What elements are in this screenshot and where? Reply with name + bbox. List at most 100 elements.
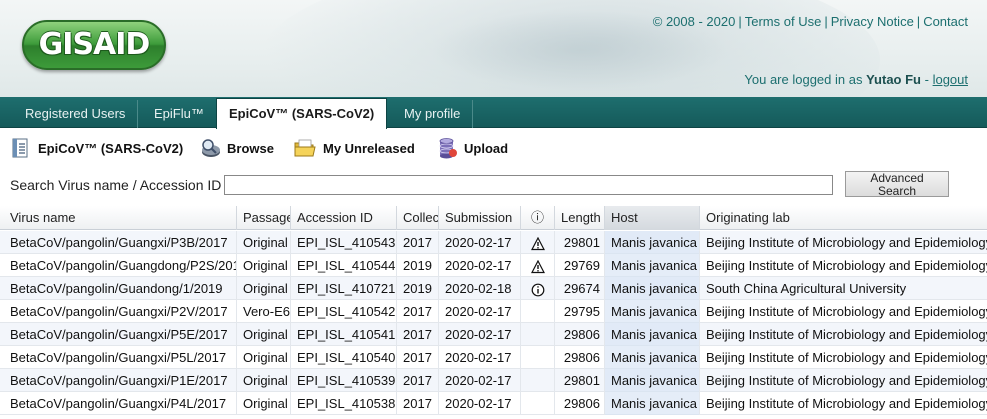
toolbar-browse-label: Browse: [227, 140, 274, 156]
tab-registered-users[interactable]: Registered Users: [13, 100, 139, 128]
cell-host: Manis javanica: [604, 323, 699, 346]
cell-originating-lab: Beijing Institute of Microbiology and Ep…: [699, 231, 987, 254]
cell-originating-lab: Beijing Institute of Microbiology and Ep…: [699, 254, 987, 277]
column-info[interactable]: ⓘ: [520, 206, 554, 230]
login-dash: -: [924, 72, 929, 87]
gisaid-logo[interactable]: GISAID: [22, 20, 166, 70]
cell-host: Manis javanica: [604, 346, 699, 369]
cell-originating-lab: Beijing Institute of Microbiology and Ep…: [699, 323, 987, 346]
advanced-search-button[interactable]: Advanced Search: [845, 171, 949, 198]
logo-text: GISAID: [38, 27, 151, 62]
top-links: © 2008 - 2020 | Terms of Use | Privacy Notic…: [652, 14, 968, 29]
cell-info: [520, 300, 554, 323]
cell-passage: Vero-E6: [236, 300, 290, 323]
tab-epiflu[interactable]: EpiFlu™: [142, 100, 217, 128]
folder-icon: [294, 139, 316, 157]
warning-icon[interactable]: [530, 236, 545, 251]
cell-info: [520, 392, 554, 415]
cell-accession-id: EPI_ISL_410543: [290, 231, 396, 254]
tab-my-profile[interactable]: My profile: [392, 100, 474, 128]
table-row[interactable]: BetaCoV/pangolin/Guangxi/P2V/2017 Vero-E6…: [0, 300, 987, 323]
database-upload-icon: [439, 138, 457, 159]
cell-virus-name: BetaCoV/pangolin/Guandong/1/2019: [10, 281, 223, 296]
table-row[interactable]: BetaCoV/pangolin/Guangxi/P3B/2017 Origina…: [0, 231, 987, 254]
table-row[interactable]: BetaCoV/pangolin/Guandong/1/2019 Original…: [0, 277, 987, 300]
cell-collection: 2017: [396, 392, 438, 415]
column-passage[interactable]: Passage: [236, 206, 290, 230]
copyright-text: © 2008 - 2020: [652, 14, 736, 29]
cell-host: Manis javanica: [604, 254, 699, 277]
search-label: Search Virus name / Accession ID: [10, 177, 222, 193]
tab-epicov[interactable]: EpiCoV™ (SARS-CoV2): [216, 98, 388, 129]
table-header: Virus name Passage Accession ID Collecti…: [0, 206, 987, 230]
table-row[interactable]: BetaCoV/pangolin/Guangxi/P5L/2017 Origina…: [0, 346, 987, 369]
column-originating-lab[interactable]: Originating lab: [699, 206, 987, 230]
toolbar-epicov-button[interactable]: EpiCoV™ (SARS-CoV2): [10, 136, 183, 160]
epicov-toolbar: EpiCoV™ (SARS-CoV2) Browse My Unreleased…: [0, 131, 987, 165]
column-collection[interactable]: Collection: [396, 206, 438, 230]
toolbar-epicov-label: EpiCoV™ (SARS-CoV2): [38, 140, 184, 156]
table-row[interactable]: BetaCoV/pangolin/Guangxi/P5E/2017 Origina…: [0, 323, 987, 346]
cell-length: 29674: [554, 277, 604, 300]
cell-collection: 2017: [396, 323, 438, 346]
cell-host: Manis javanica: [604, 231, 699, 254]
column-accession-id[interactable]: Accession ID: [290, 206, 396, 230]
column-virus-name[interactable]: Virus name: [0, 206, 236, 230]
search-input[interactable]: [224, 175, 833, 195]
cell-collection: 2017: [396, 300, 438, 323]
warning-icon[interactable]: [530, 259, 545, 274]
cell-submission: 2020-02-18: [438, 277, 520, 300]
site-header: GISAID © 2008 - 2020 | Terms of Use | Privac…: [0, 0, 987, 97]
cell-submission: 2020-02-17: [438, 300, 520, 323]
cell-submission: 2020-02-17: [438, 392, 520, 415]
cell-length: 29769: [554, 254, 604, 277]
results-table: Virus name Passage Accession ID Collecti…: [0, 206, 987, 419]
table-row[interactable]: BetaCoV/pangolin/Guangdong/P2S/2019 Origi…: [0, 254, 987, 277]
cell-info: [520, 231, 554, 254]
column-host[interactable]: Host: [604, 206, 699, 230]
cell-originating-lab: South China Agricultural University: [699, 277, 987, 300]
cell-passage: Original: [236, 323, 290, 346]
terms-of-use-link[interactable]: Terms of Use: [745, 14, 822, 29]
toolbar-my-unreleased-button[interactable]: My Unreleased: [293, 136, 415, 160]
toolbar-upload-button[interactable]: Upload: [436, 136, 508, 160]
cell-length: 29795: [554, 300, 604, 323]
toolbar-upload-label: Upload: [464, 140, 509, 156]
cell-info: [520, 277, 554, 300]
cell-passage: Original: [236, 277, 290, 300]
cell-virus-name: BetaCoV/pangolin/Guangxi/P5E/2017: [10, 327, 228, 342]
cell-submission: 2020-02-17: [438, 254, 520, 277]
cell-length: 29806: [554, 346, 604, 369]
cell-submission: 2020-02-17: [438, 369, 520, 392]
cell-accession-id: EPI_ISL_410721: [290, 277, 396, 300]
login-status: You are logged in as Yutao Fu - logout: [744, 72, 968, 87]
info-icon[interactable]: [531, 283, 545, 297]
contact-link[interactable]: Contact: [923, 14, 968, 29]
cell-originating-lab: Beijing Institute of Microbiology and Ep…: [699, 392, 987, 415]
toolbar-browse-button[interactable]: Browse: [199, 136, 274, 160]
cell-submission: 2020-02-17: [438, 231, 520, 254]
cell-host: Manis javanica: [604, 300, 699, 323]
cell-accession-id: EPI_ISL_410538: [290, 392, 396, 415]
cell-submission: 2020-02-17: [438, 346, 520, 369]
privacy-notice-link[interactable]: Privacy Notice: [831, 14, 914, 29]
cell-virus-name: BetaCoV/pangolin/Guangxi/P2V/2017: [10, 304, 228, 319]
cell-passage: Original: [236, 392, 290, 415]
magnifier-disk-icon: [202, 139, 220, 157]
cell-info: [520, 254, 554, 277]
column-submission[interactable]: Submission: [438, 206, 520, 230]
table-row[interactable]: BetaCoV/pangolin/Guangxi/P4L/2017 Origina…: [0, 392, 987, 415]
logout-link[interactable]: logout: [933, 72, 968, 87]
cell-virus-name: BetaCoV/pangolin/Guangxi/P3B/2017: [10, 235, 228, 250]
column-length[interactable]: Length: [554, 206, 604, 230]
cell-passage: Original: [236, 254, 290, 277]
table-row[interactable]: BetaCoV/pangolin/Guangxi/P1E/2017 Origina…: [0, 369, 987, 392]
cell-originating-lab: Beijing Institute of Microbiology and Ep…: [699, 369, 987, 392]
cell-originating-lab: Beijing Institute of Microbiology and Ep…: [699, 346, 987, 369]
cell-info: [520, 369, 554, 392]
cell-info: [520, 346, 554, 369]
cell-passage: Original: [236, 346, 290, 369]
cell-host: Manis javanica: [604, 369, 699, 392]
user-name: Yutao Fu: [866, 72, 921, 87]
cell-accession-id: EPI_ISL_410541: [290, 323, 396, 346]
